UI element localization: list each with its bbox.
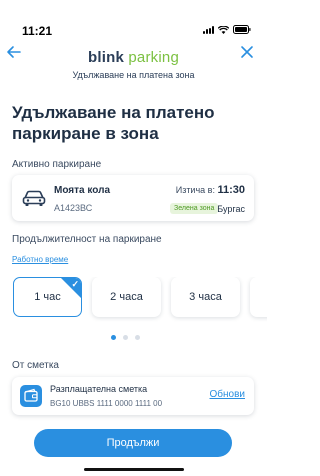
- zone-badge: Зелена зона: [170, 203, 219, 214]
- account-name: Разплащателна сметка: [50, 384, 148, 394]
- signal-icon: [203, 25, 214, 34]
- expires-time: 11:30: [217, 184, 245, 196]
- active-parking-card: Моята кола А1423ВС Изтича в: 11:30 Зелен…: [12, 175, 254, 221]
- duration-option-label: 3 часа: [189, 291, 222, 303]
- checkmark-icon: ✓: [71, 279, 79, 289]
- continue-button[interactable]: Продължи: [34, 429, 232, 457]
- duration-option-3h[interactable]: 3 часа: [171, 277, 240, 317]
- close-icon[interactable]: [239, 44, 259, 64]
- status-bar: 11:21: [0, 0, 267, 40]
- account-card[interactable]: Разплащателна сметка BG10 UBBS 1111 0000…: [12, 377, 254, 415]
- car-name: Моята кола: [54, 185, 111, 196]
- expires-label: Изтича в:: [175, 185, 215, 195]
- duration-option-more[interactable]: [250, 277, 267, 317]
- duration-option-label: 1 час: [34, 291, 61, 303]
- duration-label: Продължителност на паркиране: [12, 234, 162, 245]
- pager-dots: [111, 335, 140, 340]
- page-title: Удължаване на платено паркиране в зона: [12, 103, 215, 143]
- header-subtitle: Удължаване на платена зона: [72, 70, 195, 80]
- expires-info: Изтича в: 11:30: [176, 184, 245, 196]
- car-plate: А1423ВС: [54, 203, 93, 213]
- duration-options: 1 час ✓ 2 часа 3 часа: [12, 277, 267, 322]
- update-link[interactable]: Обнови: [210, 389, 246, 400]
- duration-option-label: 2 часа: [110, 291, 143, 303]
- status-time: 11:21: [22, 24, 53, 38]
- duration-option-2h[interactable]: 2 часа: [92, 277, 161, 317]
- logo-blink: blink: [88, 49, 125, 66]
- pager-dot[interactable]: [111, 335, 116, 340]
- home-indicator: [84, 468, 184, 471]
- working-hours-link[interactable]: Работно време: [12, 255, 68, 264]
- city-label: Бургас: [217, 204, 245, 214]
- duration-option-1h[interactable]: 1 час ✓: [13, 277, 82, 317]
- pager-dot[interactable]: [123, 335, 128, 340]
- pager-dot[interactable]: [135, 335, 140, 340]
- blink-parking-logo: blink parking: [0, 49, 267, 66]
- wallet-icon: [20, 385, 42, 407]
- account-label: От сметка: [12, 360, 59, 371]
- status-icons: [203, 25, 251, 34]
- account-iban: BG10 UBBS 1111 0000 1111 00: [50, 399, 163, 408]
- logo-parking: parking: [128, 49, 179, 66]
- car-icon: [22, 189, 46, 207]
- battery-icon: [233, 25, 251, 34]
- active-parking-label: Активно паркиране: [12, 159, 102, 170]
- wifi-icon: [218, 25, 229, 34]
- app-header: blink parking Удължаване на платена зона: [0, 42, 267, 82]
